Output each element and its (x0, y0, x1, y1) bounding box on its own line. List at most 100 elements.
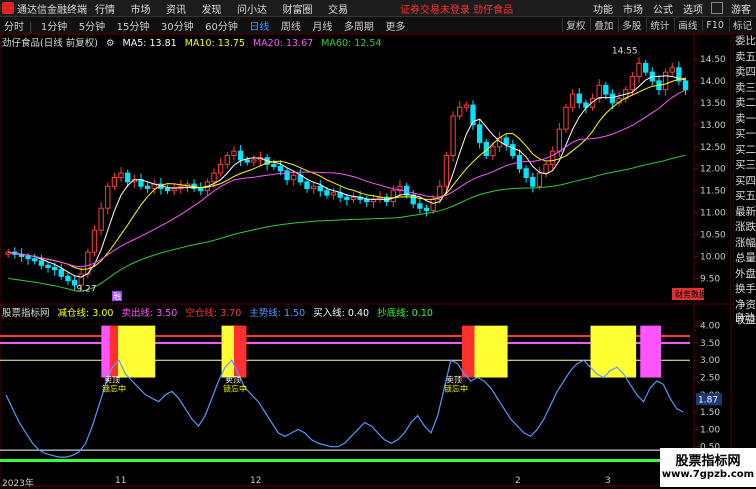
candle (58, 263, 64, 280)
candle-body (662, 71, 669, 91)
biaoji-button[interactable]: 标记 (728, 18, 755, 32)
tab-60min[interactable]: 60分钟 (205, 22, 238, 33)
login-warning[interactable]: 证券交易未登录 劲仔食品 (400, 1, 513, 16)
candle (164, 184, 171, 195)
candle (576, 87, 582, 109)
legend-mairu: 买入线: 0.40 (313, 308, 370, 319)
candle (676, 61, 682, 86)
tongji-button[interactable]: 统计 (646, 18, 672, 32)
sub-tick-label: 2.50 (700, 374, 720, 384)
guest-label[interactable]: 游客 (731, 1, 751, 16)
candle (105, 182, 111, 215)
candle-body (284, 170, 290, 181)
side-buy1: 买一 (735, 128, 756, 140)
tab-monthly[interactable]: 月线 (312, 22, 332, 33)
tab-1min[interactable]: 1分钟 (41, 22, 67, 33)
candle-body (536, 172, 543, 187)
menu-item-wenxiaoda[interactable]: 问小达 (237, 5, 267, 16)
signal-band (474, 325, 508, 378)
candle (65, 272, 71, 286)
title-bar: 通达信金融终端 行情 市场 资讯 发现 问小达 财富圈 交易 证券交易未登录 劲… (0, 0, 756, 17)
candle-body (643, 62, 649, 73)
candle (463, 101, 470, 112)
minimize-icon[interactable] (711, 2, 723, 14)
candle-body (304, 181, 310, 189)
candle (297, 169, 304, 186)
chart-canvas[interactable]: 14.50 14.00 13.50 13.00 12.50 12.00 11.50 11.00… (0, 34, 732, 487)
candle-body (550, 150, 556, 165)
candle-body (224, 155, 230, 165)
menu-xuanxiang[interactable]: 选项 (683, 1, 703, 16)
sub-tick-label: 4.00 (700, 322, 720, 332)
tab-30min[interactable]: 30分钟 (161, 22, 194, 33)
candle-body (277, 166, 284, 172)
candle (98, 202, 104, 236)
tab-5min[interactable]: 5分钟 (79, 22, 105, 33)
candle-body (91, 229, 98, 253)
candle-body (543, 163, 549, 174)
menu-item-faxian[interactable]: 发现 (202, 5, 222, 16)
menu-item-shichang[interactable]: 市场 (131, 5, 151, 16)
ma20-line (8, 89, 686, 268)
settings-icon[interactable]: ⚙ (106, 38, 115, 49)
auto-button[interactable]: 自动 (733, 309, 756, 324)
menu-gongneng[interactable]: 功能 (593, 1, 613, 16)
menu-item-zixun[interactable]: 资讯 (166, 5, 186, 16)
candle (237, 145, 244, 167)
app-logo-icon (2, 2, 14, 14)
candle (569, 89, 576, 112)
candle-body (105, 185, 111, 209)
candle-body (25, 255, 31, 260)
candle-body (530, 176, 536, 187)
diejia-button[interactable]: 叠加 (590, 18, 616, 32)
candle-body (218, 163, 224, 174)
candle (138, 173, 144, 190)
duogu-button[interactable]: 多股 (618, 18, 644, 32)
candle-body (450, 115, 456, 157)
fuquan-button[interactable]: 复权 (562, 18, 588, 32)
f10-button[interactable]: F10 (702, 19, 727, 31)
candle (38, 254, 45, 270)
candle-body (523, 168, 529, 178)
sub-tick-label: 3.50 (700, 339, 720, 349)
candle (423, 204, 430, 217)
tab-fenshi[interactable]: 分时 (4, 22, 24, 33)
signal-band (590, 325, 637, 378)
candle (543, 160, 549, 178)
tab-more[interactable]: 更多 (385, 22, 405, 33)
candle (118, 166, 124, 182)
huaxian-button[interactable]: 画线 (674, 18, 700, 32)
candle-body (390, 190, 396, 203)
candle (231, 146, 237, 161)
candle (198, 182, 204, 196)
date-label-feb: 2 (515, 476, 521, 486)
menu-item-caifuquan[interactable]: 财富圈 (283, 5, 313, 16)
candle (32, 253, 38, 265)
menu-item-hangqing[interactable]: 行情 (95, 5, 115, 16)
candle-body (211, 172, 217, 183)
side-sell2: 卖二 (735, 97, 756, 109)
candle-body (417, 203, 423, 209)
candle (337, 186, 343, 203)
candle-body (111, 176, 118, 187)
candle-body (430, 198, 436, 211)
menu-gongshi[interactable]: 公式 (653, 1, 673, 16)
legend-chaodi: 抄底线: 0.10 (377, 308, 433, 319)
candle (443, 152, 450, 192)
tab-weekly[interactable]: 周线 (281, 22, 301, 33)
candle (171, 183, 177, 196)
candle (510, 139, 516, 160)
menu-item-jiaoyi[interactable]: 交易 (328, 5, 348, 16)
tab-daily[interactable]: 日线 (249, 22, 269, 33)
candle-body (271, 163, 277, 168)
menu-shichang-right[interactable]: 市场 (623, 1, 643, 16)
candle-body (596, 84, 602, 99)
candle (317, 180, 323, 197)
tab-multi-period[interactable]: 多周期 (344, 22, 374, 33)
candle-body (682, 80, 689, 91)
candle (218, 158, 224, 177)
price-tick-label: 12.00 (700, 165, 726, 175)
low-price-label: 9.27 (76, 285, 96, 295)
tab-15min[interactable]: 15分钟 (117, 22, 150, 33)
candle (184, 180, 191, 193)
